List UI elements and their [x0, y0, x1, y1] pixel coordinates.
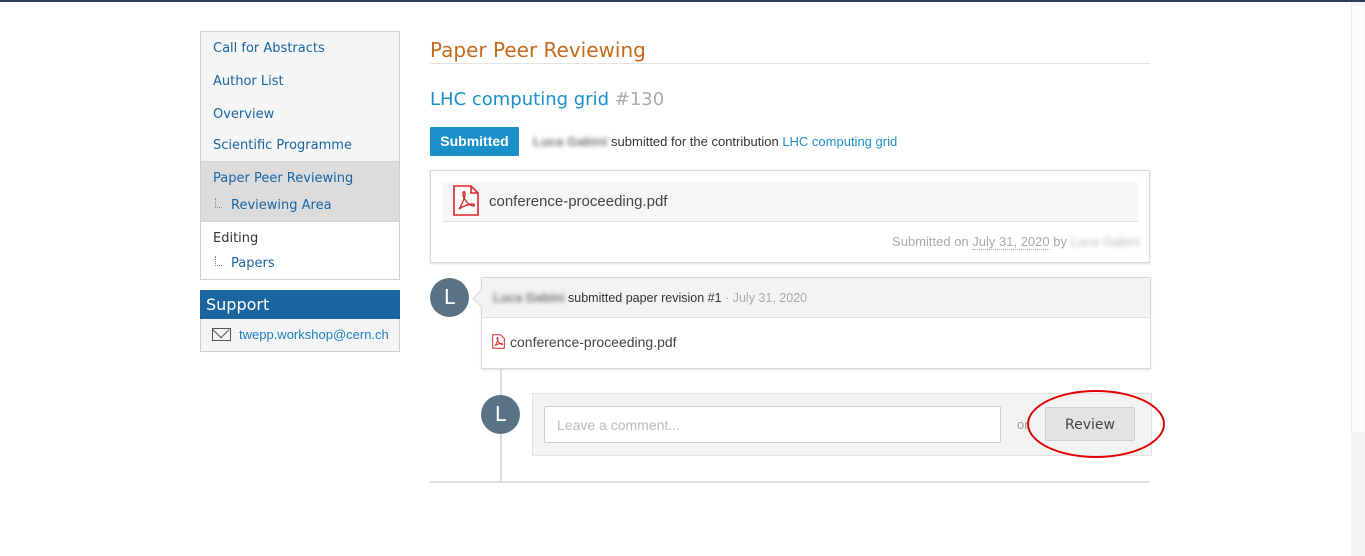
- submitted-by-name: Luca Gabini: [1070, 234, 1140, 249]
- scrollbar-thumb[interactable]: [1351, 6, 1364, 432]
- page-scrollbar[interactable]: [1351, 2, 1365, 556]
- submitted-files-box: conference-proceeding.pdf Submitted on J…: [430, 170, 1150, 263]
- support-box: Support twepp.workshop@cern.ch: [200, 290, 400, 352]
- bottom-divider: [430, 481, 1150, 483]
- pdf-file-icon: [492, 334, 505, 349]
- sidebar-item-call-for-abstracts[interactable]: Call for Abstracts: [201, 32, 399, 65]
- comment-input[interactable]: [544, 406, 1001, 443]
- submitted-date: July 31, 2020: [972, 234, 1050, 250]
- highlight-circle-annotation: [1027, 390, 1165, 458]
- sidebar-item-overview[interactable]: Overview: [201, 98, 399, 131]
- title-divider: [430, 63, 1150, 64]
- revision-header-text: Luca Gabini submitted paper revision #1 …: [493, 291, 807, 305]
- sidebar-item-reviewing-area[interactable]: Reviewing Area: [201, 193, 399, 221]
- submission-text: submitted for the contribution: [611, 134, 779, 149]
- page-title: Paper Peer Reviewing: [430, 38, 646, 62]
- submitted-prefix: Submitted on: [892, 234, 969, 249]
- revision-entry: Luca Gabini submitted paper revision #1 …: [472, 277, 1151, 369]
- revision-header: Luca Gabini submitted paper revision #1 …: [482, 278, 1150, 318]
- sidebar-menu: Call for Abstracts Author List Overview …: [200, 31, 400, 280]
- submission-meta: Submitted on July 31, 2020 by Luca Gabin…: [892, 234, 1140, 250]
- sidebar-item-paper-peer-reviewing[interactable]: Paper Peer Reviewing: [201, 162, 399, 193]
- envelope-icon: [212, 328, 231, 341]
- revision-file-name[interactable]: conference-proceeding.pdf: [510, 334, 677, 350]
- contribution-heading: LHC computing grid #130: [430, 89, 664, 110]
- file-name[interactable]: conference-proceeding.pdf: [489, 193, 667, 210]
- revision-action: submitted paper revision #1: [568, 291, 722, 305]
- support-body: twepp.workshop@cern.ch: [200, 319, 400, 352]
- revision-separator: ·: [725, 291, 730, 305]
- top-border: [0, 0, 1365, 2]
- revision-date: July 31, 2020: [732, 291, 808, 305]
- avatar: L: [481, 395, 520, 434]
- pdf-file-icon: [453, 185, 479, 216]
- tree-connector-icon: [215, 256, 222, 266]
- contribution-link[interactable]: LHC computing grid: [782, 134, 897, 149]
- file-row[interactable]: conference-proceeding.pdf: [442, 182, 1138, 222]
- sidebar-item-label: Reviewing Area: [231, 198, 332, 213]
- contribution-title[interactable]: LHC computing grid: [430, 89, 609, 110]
- revision-author: Luca Gabini: [493, 291, 565, 305]
- submission-summary: Luca Gabini submitted for the contributi…: [533, 134, 897, 149]
- contribution-number: #130: [614, 89, 665, 110]
- sidebar-editing-group: Editing Papers: [201, 222, 399, 279]
- tree-connector-icon: [215, 198, 222, 208]
- status-badge: Submitted: [430, 127, 519, 156]
- sidebar-item-scientific-programme[interactable]: Scientific Programme: [201, 131, 399, 161]
- sidebar-active-group: Paper Peer Reviewing Reviewing Area: [201, 161, 399, 222]
- sidebar-item-author-list[interactable]: Author List: [201, 65, 399, 98]
- submitter-name: Luca Gabini: [533, 134, 608, 149]
- sidebar-item-editing[interactable]: Editing: [201, 222, 399, 251]
- submitted-by-word: by: [1053, 234, 1067, 249]
- avatar: L: [430, 278, 469, 317]
- sidebar-item-papers[interactable]: Papers: [201, 251, 399, 279]
- support-title: Support: [200, 290, 400, 319]
- support-email-link[interactable]: twepp.workshop@cern.ch: [239, 327, 389, 342]
- sidebar-item-label: Papers: [231, 256, 275, 271]
